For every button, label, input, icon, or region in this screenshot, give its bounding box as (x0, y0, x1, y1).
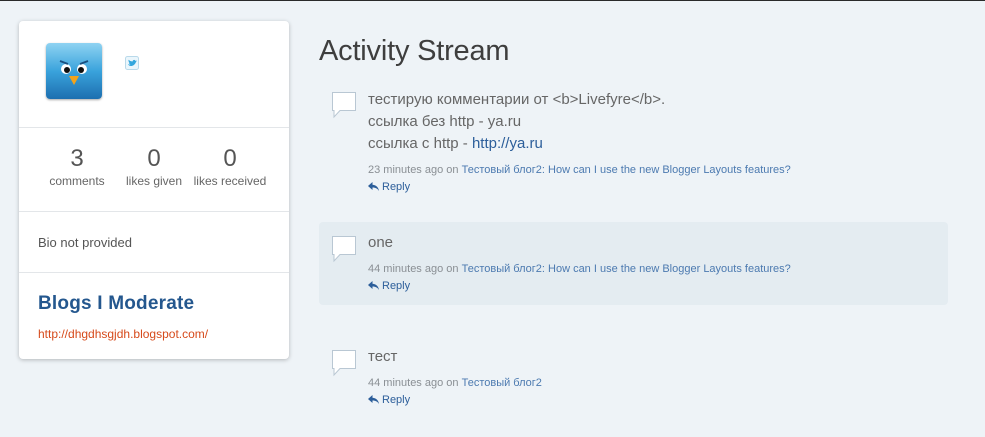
comment-meta: 44 minutes ago on Тестовый блог2: How ca… (368, 263, 791, 275)
thread-link[interactable]: Тестовый блог2: How can I use the new Bl… (462, 263, 791, 275)
meta-on: on (446, 263, 459, 275)
divider (19, 127, 289, 128)
stat-value: 0 (223, 145, 237, 172)
blogs-moderate-heading: Blogs I Moderate (38, 293, 195, 314)
comment-line: ссылка без http - ya.ru (368, 113, 522, 130)
comment-bubble-icon (332, 350, 356, 377)
stat-label: likes received (193, 174, 267, 188)
reply-label: Reply (382, 280, 411, 292)
meta-on: on (446, 377, 459, 389)
comment-meta: 44 minutes ago on Тестовый блог2 (368, 377, 542, 389)
divider (19, 272, 289, 273)
tweety-avatar-icon (46, 43, 102, 99)
thread-link[interactable]: Тестовый блог2: How can I use the new Bl… (462, 164, 791, 176)
comment-text: ссылка с http - (368, 135, 472, 152)
comment-meta: 23 minutes ago on Тестовый блог2: How ca… (368, 164, 791, 176)
comment-body: тестирую комментарии от <b>Livefyre</b>.… (368, 89, 665, 155)
comment-line: тест (368, 348, 398, 365)
comment-bubble-icon (332, 236, 356, 263)
comment-bubble-icon (332, 92, 356, 119)
activity-entry: тест 44 minutes ago on Тестовый блог2 Re… (319, 336, 948, 426)
stat-comments[interactable]: 3 comments (49, 145, 105, 189)
comment-line: ссылка с http - http://ya.ru (368, 133, 665, 155)
timestamp: 23 minutes ago (368, 164, 444, 176)
comment-body: тест (368, 346, 397, 368)
comment-body: one (368, 232, 393, 254)
reply-arrow-icon (368, 182, 379, 191)
stat-label: comments (49, 174, 105, 188)
activity-entry: тестирую комментарии от <b>Livefyre</b>.… (319, 81, 948, 203)
timestamp: 44 minutes ago (368, 377, 444, 389)
activity-entry: one 44 minutes ago on Тестовый блог2: Ho… (319, 222, 948, 305)
reply-arrow-icon (368, 395, 379, 404)
reply-button[interactable]: Reply (368, 181, 410, 193)
moderated-blog-link[interactable]: http://dhgdhsgjdh.blogspot.com/ (38, 327, 208, 341)
reply-button[interactable]: Reply (368, 280, 410, 292)
stat-value: 3 (70, 145, 84, 172)
meta-on: on (446, 164, 459, 176)
comment-line: one (368, 234, 394, 251)
stat-likes-received[interactable]: 0 likes received (193, 145, 267, 189)
divider (19, 211, 289, 212)
stat-value: 0 (147, 145, 161, 172)
reply-label: Reply (382, 394, 411, 406)
profile-card: 3 comments 0 likes given 0 likes receive… (19, 21, 289, 359)
twitter-icon[interactable] (125, 56, 139, 70)
avatar[interactable] (46, 43, 102, 99)
comment-line: тестирую комментарии от <b>Livefyre</b>. (368, 91, 666, 108)
bio-text: Bio not provided (38, 235, 132, 250)
stat-likes-given[interactable]: 0 likes given (123, 145, 185, 189)
page-title: Activity Stream (319, 35, 510, 67)
reply-label: Reply (382, 181, 411, 193)
thread-link[interactable]: Тестовый блог2 (462, 377, 542, 389)
timestamp: 44 minutes ago (368, 263, 444, 275)
reply-button[interactable]: Reply (368, 394, 410, 406)
comment-link[interactable]: http://ya.ru (472, 135, 543, 152)
reply-arrow-icon (368, 281, 379, 290)
stat-label: likes given (125, 174, 183, 188)
